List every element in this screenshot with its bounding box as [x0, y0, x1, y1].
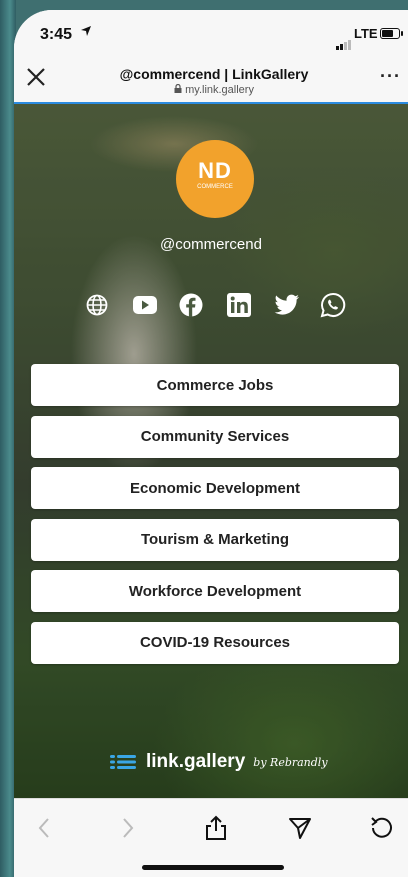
globe-icon[interactable]: [80, 288, 114, 322]
linkedin-icon[interactable]: [222, 288, 256, 322]
signal-icon: [336, 32, 352, 50]
link-button-tourism-marketing[interactable]: Tourism & Marketing: [31, 518, 399, 561]
link-button-commerce-jobs[interactable]: Commerce Jobs: [31, 364, 399, 406]
logo-subtext: COMMERCE: [197, 184, 233, 190]
battery-icon: [380, 28, 400, 39]
profile-handle: @commercend: [160, 236, 262, 253]
url-text: my.link.gallery: [185, 84, 254, 96]
browser-toolbar: [14, 798, 408, 877]
link-button-economic-development[interactable]: Economic Development: [31, 467, 399, 509]
more-options-button[interactable]: ···: [380, 66, 401, 87]
chevron-right-icon[interactable]: [110, 813, 146, 843]
link-gallery-logo-icon: [110, 754, 138, 770]
phone-screen: 3:45 LTE @commercend | LinkGallery my.li…: [14, 10, 408, 877]
twitter-icon[interactable]: [270, 288, 304, 322]
link-gallery-page: ND COMMERCE @commercend Commerce Jobs Co…: [14, 104, 408, 798]
social-icons-row: [14, 288, 408, 324]
location-arrow-icon: [80, 25, 92, 40]
chevron-left-icon[interactable]: [26, 813, 62, 843]
battery-tip: [401, 31, 403, 36]
logo-text: ND: [198, 158, 232, 183]
lock-icon: [174, 83, 185, 96]
send-icon[interactable]: [282, 813, 318, 843]
links-list: Commerce Jobs Community Services Economi…: [31, 364, 399, 673]
facebook-icon[interactable]: [174, 288, 208, 322]
status-time: 3:45: [40, 26, 73, 43]
link-gallery-branding[interactable]: link.gallery by Rebrandly: [110, 747, 328, 777]
page-title: @commercend | LinkGallery: [119, 66, 309, 82]
home-indicator: [142, 865, 284, 870]
reload-icon[interactable]: [364, 813, 400, 843]
close-icon[interactable]: [24, 65, 48, 95]
share-icon[interactable]: [198, 813, 234, 843]
profile-logo: ND COMMERCE: [176, 140, 254, 218]
link-button-covid-resources[interactable]: COVID-19 Resources: [31, 621, 399, 664]
status-bar: 3:45 LTE: [14, 10, 408, 60]
browser-header: @commercend | LinkGallery my.link.galler…: [14, 60, 408, 104]
whatsapp-icon[interactable]: [316, 288, 350, 322]
brand-name: link.gallery: [146, 751, 246, 772]
youtube-icon[interactable]: [128, 288, 162, 322]
link-button-workforce-development[interactable]: Workforce Development: [31, 570, 399, 612]
brand-by-rebrandly: by Rebrandly: [253, 755, 328, 769]
link-button-community-services[interactable]: Community Services: [31, 415, 399, 458]
page-url: my.link.gallery: [74, 83, 354, 96]
network-label: LTE: [354, 26, 378, 41]
